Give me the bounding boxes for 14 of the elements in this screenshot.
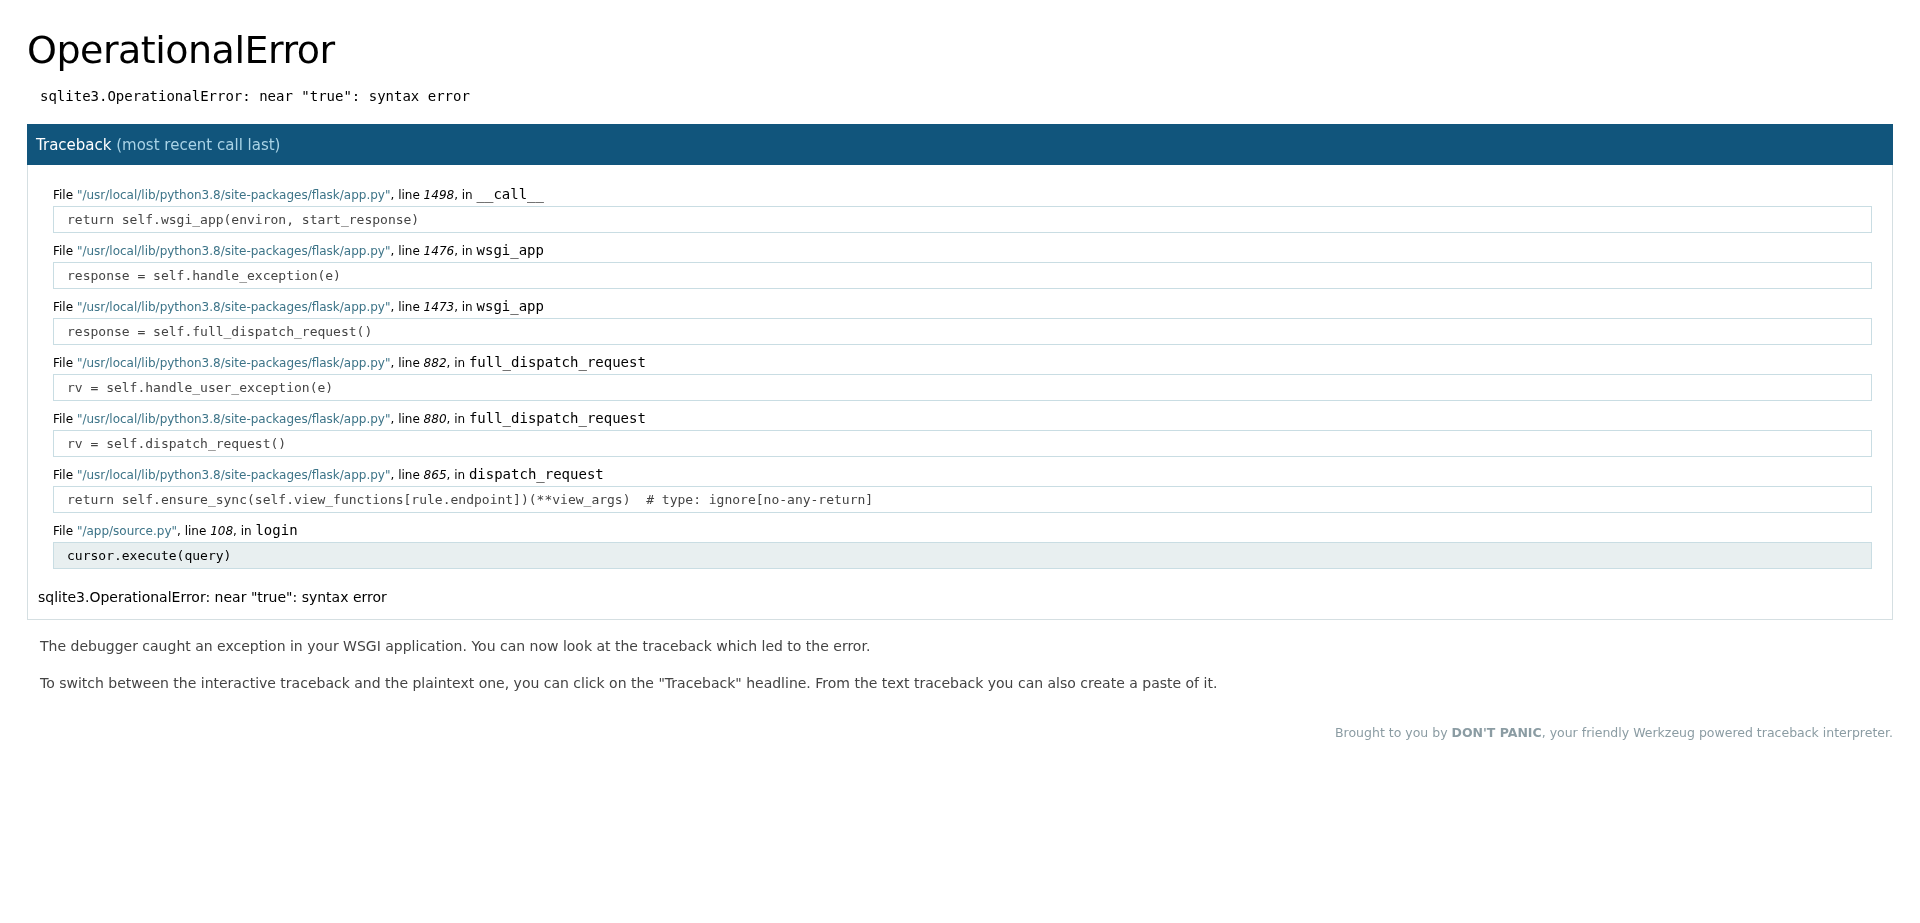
frame-location: File "/usr/local/lib/python3.8/site-packages/flask/app.py", line 1498, in __call__ bbox=[53, 185, 544, 204]
frame-location: File "/usr/local/lib/python3.8/site-packages/flask/app.py", line 865, in dispatch_request bbox=[53, 465, 604, 484]
frame-location: File "/usr/local/lib/python3.8/site-packages/flask/app.py", line 1473, in wsgi_app bbox=[53, 297, 544, 316]
footer-text: Brought to you by DON'T PANIC, your friendly Werkzeug powered traceback interpreter. bbox=[1335, 723, 1893, 742]
error-message: sqlite3.OperationalError: near "true": syntax error bbox=[38, 587, 387, 607]
error-title: OperationalError bbox=[27, 28, 336, 74]
explanation-text: The debugger caught an exception in your WSGI application. You can now look at the traceback which led to the error. bbox=[40, 636, 872, 656]
frame-location: File "/usr/local/lib/python3.8/site-packages/flask/app.py", line 880, in full_dispatch_request bbox=[53, 409, 646, 428]
frame-location: File "/usr/local/lib/python3.8/site-packages/flask/app.py", line 1476, in wsgi_app bbox=[53, 241, 544, 260]
frame-location: File "/usr/local/lib/python3.8/site-packages/flask/app.py", line 882, in full_dispatch_request bbox=[53, 353, 646, 372]
explanation-text: To switch between the interactive traceback and the plaintext one, you can click on the "Traceback" headline. From the text traceback you can also create a paste of it. bbox=[40, 673, 1219, 693]
traceback-header[interactable]: Traceback (most recent call last) bbox=[27, 123, 1893, 165]
error-summary: sqlite3.OperationalError: near "true": syntax error bbox=[40, 86, 470, 106]
frame-location: File "/app/source.py", line 108, in login bbox=[53, 521, 298, 540]
